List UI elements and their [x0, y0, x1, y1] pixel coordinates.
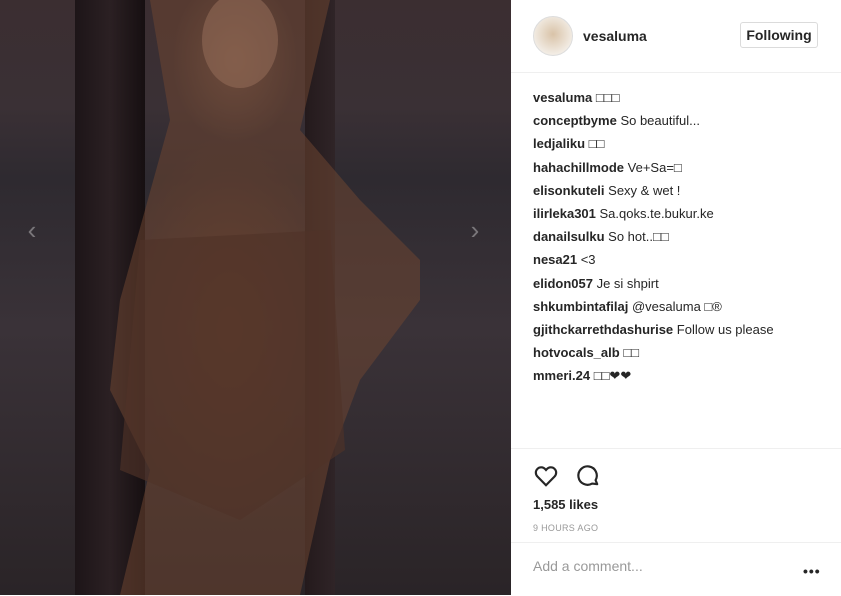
list-item: mmeri.24 □□❤❤ — [533, 364, 833, 387]
post-header: vesaluma Following — [511, 0, 841, 73]
comment-text: Sexy & wet ! — [608, 182, 681, 198]
comment-text: So beautiful... — [620, 113, 700, 129]
list-item: elidon057 Je si shpirt — [533, 272, 833, 295]
comment-text: Follow us please — [676, 321, 774, 337]
more-options-icon[interactable]: ••• — [803, 563, 821, 579]
comment-username[interactable]: ilirleka301 — [533, 206, 596, 221]
post-username[interactable]: vesaluma — [583, 28, 647, 44]
comment-text: □□ — [588, 136, 605, 152]
chevron-left-icon[interactable]: ‹ — [22, 217, 42, 243]
likes-count[interactable]: 1,585 likes — [533, 497, 598, 512]
comment-username[interactable]: conceptbyme — [533, 113, 617, 128]
comment-text: □□□ — [595, 90, 620, 105]
comment-username[interactable]: hotvocals_alb — [533, 345, 620, 360]
comment-text: □□ — [623, 345, 640, 361]
comment-username[interactable]: ledjaliku — [533, 136, 585, 151]
comment-username[interactable]: shkumbintafilaj — [533, 299, 628, 314]
list-item: hotvocals_alb □□ — [533, 341, 833, 364]
comment-username[interactable]: danailsulku — [533, 229, 605, 244]
photo-figure — [110, 0, 420, 595]
post-photo[interactable]: ‹ › — [0, 0, 511, 595]
chevron-right-icon[interactable]: › — [465, 217, 485, 243]
comment-text: □□❤❤ — [593, 368, 632, 384]
list-item: gjithckarrethdashurise Follow us please — [533, 318, 833, 341]
list-item: nesa21 <3 — [533, 248, 833, 271]
comment-username[interactable]: mmeri.24 — [533, 368, 590, 383]
comment-username[interactable]: elidon057 — [533, 276, 593, 291]
comment-text: Je si shpirt — [596, 275, 659, 291]
list-item: shkumbintafilaj @vesaluma □® — [533, 295, 833, 318]
list-item: ilirleka301 Sa.qoks.te.bukur.ke — [533, 202, 833, 225]
list-item: ledjaliku □□ — [533, 132, 833, 155]
comment-text: Ve+Sa=□ — [627, 159, 682, 175]
list-item: elisonkuteli Sexy & wet ! — [533, 179, 833, 202]
comment-username[interactable]: nesa21 — [533, 252, 577, 267]
post-sidebar: vesaluma Following vesaluma □□□ conceptb… — [511, 0, 841, 595]
post-timestamp[interactable]: 9 HOURS AGO — [533, 523, 598, 533]
comment-username[interactable]: vesaluma — [533, 90, 592, 105]
post-actions: 1,585 likes 9 HOURS AGO — [511, 448, 841, 533]
action-icons — [533, 463, 613, 489]
following-button[interactable]: Following — [740, 22, 818, 48]
avatar[interactable] — [533, 16, 573, 56]
comment-username[interactable]: hahachillmode — [533, 160, 624, 175]
list-item: vesaluma □□□ — [533, 86, 833, 109]
comment-text: So hot..□□ — [608, 229, 669, 245]
comment-list: vesaluma □□□ conceptbyme So beautiful...… — [533, 86, 833, 387]
heart-icon[interactable] — [533, 463, 559, 489]
comment-icon[interactable] — [575, 463, 601, 489]
comment-username[interactable]: gjithckarrethdashurise — [533, 322, 673, 337]
list-item: hahachillmode Ve+Sa=□ — [533, 156, 833, 179]
list-item: danailsulku So hot..□□ — [533, 225, 833, 248]
comment-text: <3 — [580, 252, 596, 268]
comment-text: Sa.qoks.te.bukur.ke — [599, 205, 714, 221]
comment-text: @vesaluma □® — [631, 298, 722, 314]
list-item: conceptbyme So beautiful... — [533, 109, 833, 132]
comment-username[interactable]: elisonkuteli — [533, 183, 605, 198]
add-comment-input[interactable] — [531, 557, 785, 575]
add-comment-row: ••• — [511, 542, 841, 596]
